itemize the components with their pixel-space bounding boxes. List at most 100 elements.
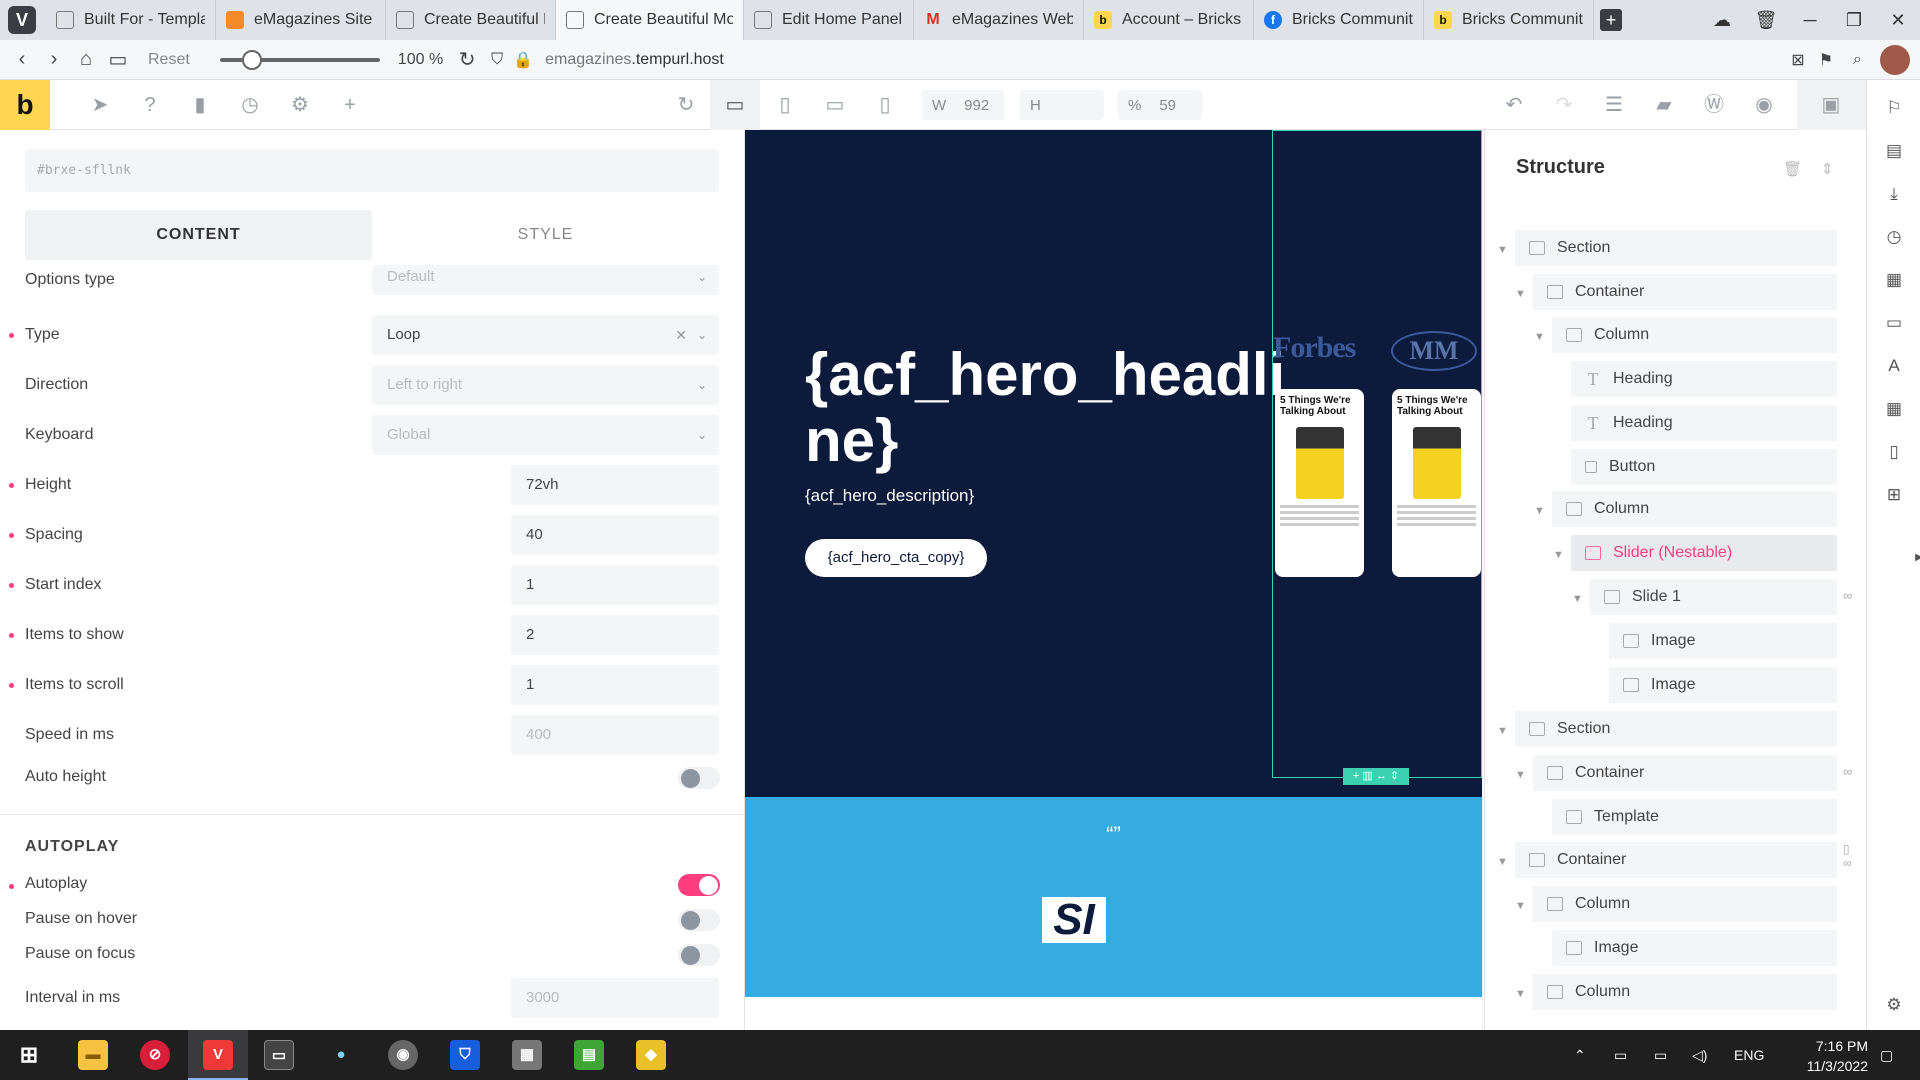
height-input[interactable]: 72vh: [511, 465, 719, 505]
structure-node-image[interactable]: Image: [1609, 667, 1837, 703]
hero-cta-button[interactable]: {acf_hero_cta_copy}: [805, 539, 987, 577]
structure-node-column[interactable]: Column: [1533, 974, 1837, 1010]
speed-input[interactable]: 400: [511, 715, 719, 755]
lock-icon[interactable]: 🔒: [513, 50, 533, 70]
testimonial-section[interactable]: “” SI: [745, 797, 1482, 997]
pages-icon[interactable]: ▮: [188, 93, 212, 117]
interval-input[interactable]: 3000: [511, 978, 719, 1018]
language-indicator[interactable]: ENG: [1734, 1030, 1764, 1080]
structure-node-heading[interactable]: T Heading: [1571, 405, 1837, 441]
vivaldi-logo-icon[interactable]: V: [8, 6, 36, 34]
structure-node-image[interactable]: Image: [1552, 930, 1837, 966]
clear-icon[interactable]: ✕: [675, 315, 687, 355]
trash-icon[interactable]: 🗑: [1744, 10, 1788, 31]
reading-list-icon[interactable]: ▤: [1884, 141, 1904, 161]
structure-node-slide[interactable]: Slide 1: [1590, 579, 1837, 615]
add-icon[interactable]: +: [338, 93, 362, 117]
refresh-icon[interactable]: ↻: [674, 93, 698, 117]
structure-node-container[interactable]: Container: [1533, 274, 1837, 310]
browser-tab[interactable]: b Bricks Community: [1424, 0, 1594, 40]
network-icon[interactable]: ▭: [1614, 1030, 1627, 1080]
structure-node-template[interactable]: Template: [1552, 799, 1837, 835]
zoom-slider[interactable]: [219, 49, 380, 70]
keyboard-select[interactable]: Global ⌄: [372, 415, 719, 455]
chevron-down-icon[interactable]: ▼: [1515, 288, 1526, 300]
chevron-down-icon[interactable]: ▼: [1534, 331, 1545, 343]
browser-tab[interactable]: f Bricks Community: [1254, 0, 1424, 40]
chevron-down-icon[interactable]: ▼: [1572, 593, 1583, 605]
browser-tab-active[interactable]: Create Beautiful Mob: [556, 0, 744, 40]
chevron-up-icon[interactable]: ⌃: [1574, 1030, 1586, 1080]
history-icon[interactable]: ◷: [1884, 227, 1904, 247]
height-input[interactable]: H: [1020, 90, 1104, 120]
close-button[interactable]: ✕: [1876, 10, 1920, 31]
search-icon[interactable]: ⌕: [1853, 51, 1862, 69]
bookmark-icon[interactable]: ⚑: [1819, 50, 1833, 70]
app-icon[interactable]: ●: [326, 1040, 356, 1070]
app-icon[interactable]: ▦: [512, 1040, 542, 1070]
zoom-slider-handle[interactable]: [241, 49, 262, 70]
reload-icon[interactable]: ↻: [451, 47, 483, 72]
chevron-down-icon[interactable]: ▼: [1515, 769, 1526, 781]
undo-icon[interactable]: ↶: [1502, 93, 1526, 117]
tablet-portrait-icon[interactable]: ▯: [773, 93, 797, 117]
page-icon[interactable]: ▯: [1884, 442, 1904, 462]
structure-node-column[interactable]: Column: [1552, 491, 1837, 527]
next-section[interactable]: [745, 997, 1482, 1030]
settings-icon[interactable]: ⚙: [288, 93, 312, 117]
file-explorer-icon[interactable]: ▬: [78, 1040, 108, 1070]
slider-nestable[interactable]: Forbes MM 5 Things We're Talking About 5…: [1272, 130, 1482, 778]
structure-icon[interactable]: ☰: [1602, 93, 1626, 117]
collapse-icon[interactable]: ⇕: [1821, 160, 1834, 178]
browser-tab[interactable]: b Account – Bricks: [1084, 0, 1254, 40]
notifications-icon[interactable]: ▢: [1880, 1030, 1893, 1080]
shield-icon[interactable]: ⛉: [491, 51, 503, 69]
si-logo[interactable]: SI: [1042, 897, 1106, 943]
new-tab-button[interactable]: +: [1600, 9, 1622, 31]
hero-description[interactable]: {acf_hero_description}: [805, 486, 974, 506]
pause-hover-toggle[interactable]: [678, 909, 720, 931]
link-icon[interactable]: ▯ ∞: [1843, 842, 1852, 870]
items-to-scroll-input[interactable]: 1: [511, 665, 719, 705]
display-icon[interactable]: ▭: [1654, 1030, 1667, 1080]
builder-canvas[interactable]: {acf_hero_headli ne} {acf_hero_descripti…: [745, 130, 1483, 1030]
options-type-select[interactable]: Default ⌄: [372, 265, 719, 295]
spacing-input[interactable]: 40: [511, 515, 719, 555]
reset-zoom-button[interactable]: Reset: [148, 51, 190, 69]
bricks-logo[interactable]: b: [0, 80, 50, 130]
browser-tab[interactable]: eMagazines Site Re: [216, 0, 386, 40]
structure-node-section[interactable]: Section: [1515, 230, 1837, 266]
expand-arrow-icon[interactable]: ▶: [1909, 548, 1920, 568]
app-icon[interactable]: ▤: [574, 1040, 604, 1070]
save-button[interactable]: ▣: [1797, 80, 1866, 130]
breakpoint-desktop-button[interactable]: ▭: [710, 80, 760, 130]
folder-icon[interactable]: ▰: [1652, 93, 1676, 117]
home-icon[interactable]: ⌂: [70, 48, 102, 71]
restore-button[interactable]: ❐: [1832, 10, 1876, 31]
magazine-slide-image[interactable]: 5 Things We're Talking About: [1275, 389, 1364, 577]
hero-section[interactable]: {acf_hero_headli ne} {acf_hero_descripti…: [745, 130, 1482, 797]
start-index-input[interactable]: 1: [511, 565, 719, 605]
history-icon[interactable]: ◷: [238, 93, 262, 117]
browser-tab[interactable]: MeMagazines Websit: [914, 0, 1084, 40]
back-icon[interactable]: ‹: [6, 48, 38, 71]
mobile-landscape-icon[interactable]: ▭: [823, 93, 847, 117]
zoom-percent-input[interactable]: % 59: [1118, 90, 1202, 120]
windows-start-icon[interactable]: ⊞: [14, 1040, 44, 1070]
chevron-down-icon[interactable]: ▼: [1553, 549, 1564, 561]
mail-icon[interactable]: ▭: [1884, 313, 1904, 333]
volume-icon[interactable]: ◁): [1692, 1030, 1707, 1080]
structure-node-column[interactable]: Column: [1533, 886, 1837, 922]
link-icon[interactable]: ∞: [1843, 764, 1852, 779]
bitwarden-icon[interactable]: ⛉: [450, 1040, 480, 1070]
rss-icon[interactable]: ⊠: [1791, 50, 1804, 70]
pointer-icon[interactable]: ➤: [88, 93, 112, 117]
chevron-down-icon[interactable]: ▼: [1497, 725, 1508, 737]
hero-headline[interactable]: {acf_hero_headli ne}: [805, 342, 1305, 474]
browser-tab[interactable]: Built For - Template: [46, 0, 216, 40]
help-icon[interactable]: ?: [138, 93, 162, 117]
github-icon[interactable]: ◉: [388, 1040, 418, 1070]
avatar[interactable]: [1880, 44, 1910, 75]
items-to-show-input[interactable]: 2: [511, 615, 719, 655]
structure-node-column[interactable]: Column: [1552, 317, 1837, 353]
